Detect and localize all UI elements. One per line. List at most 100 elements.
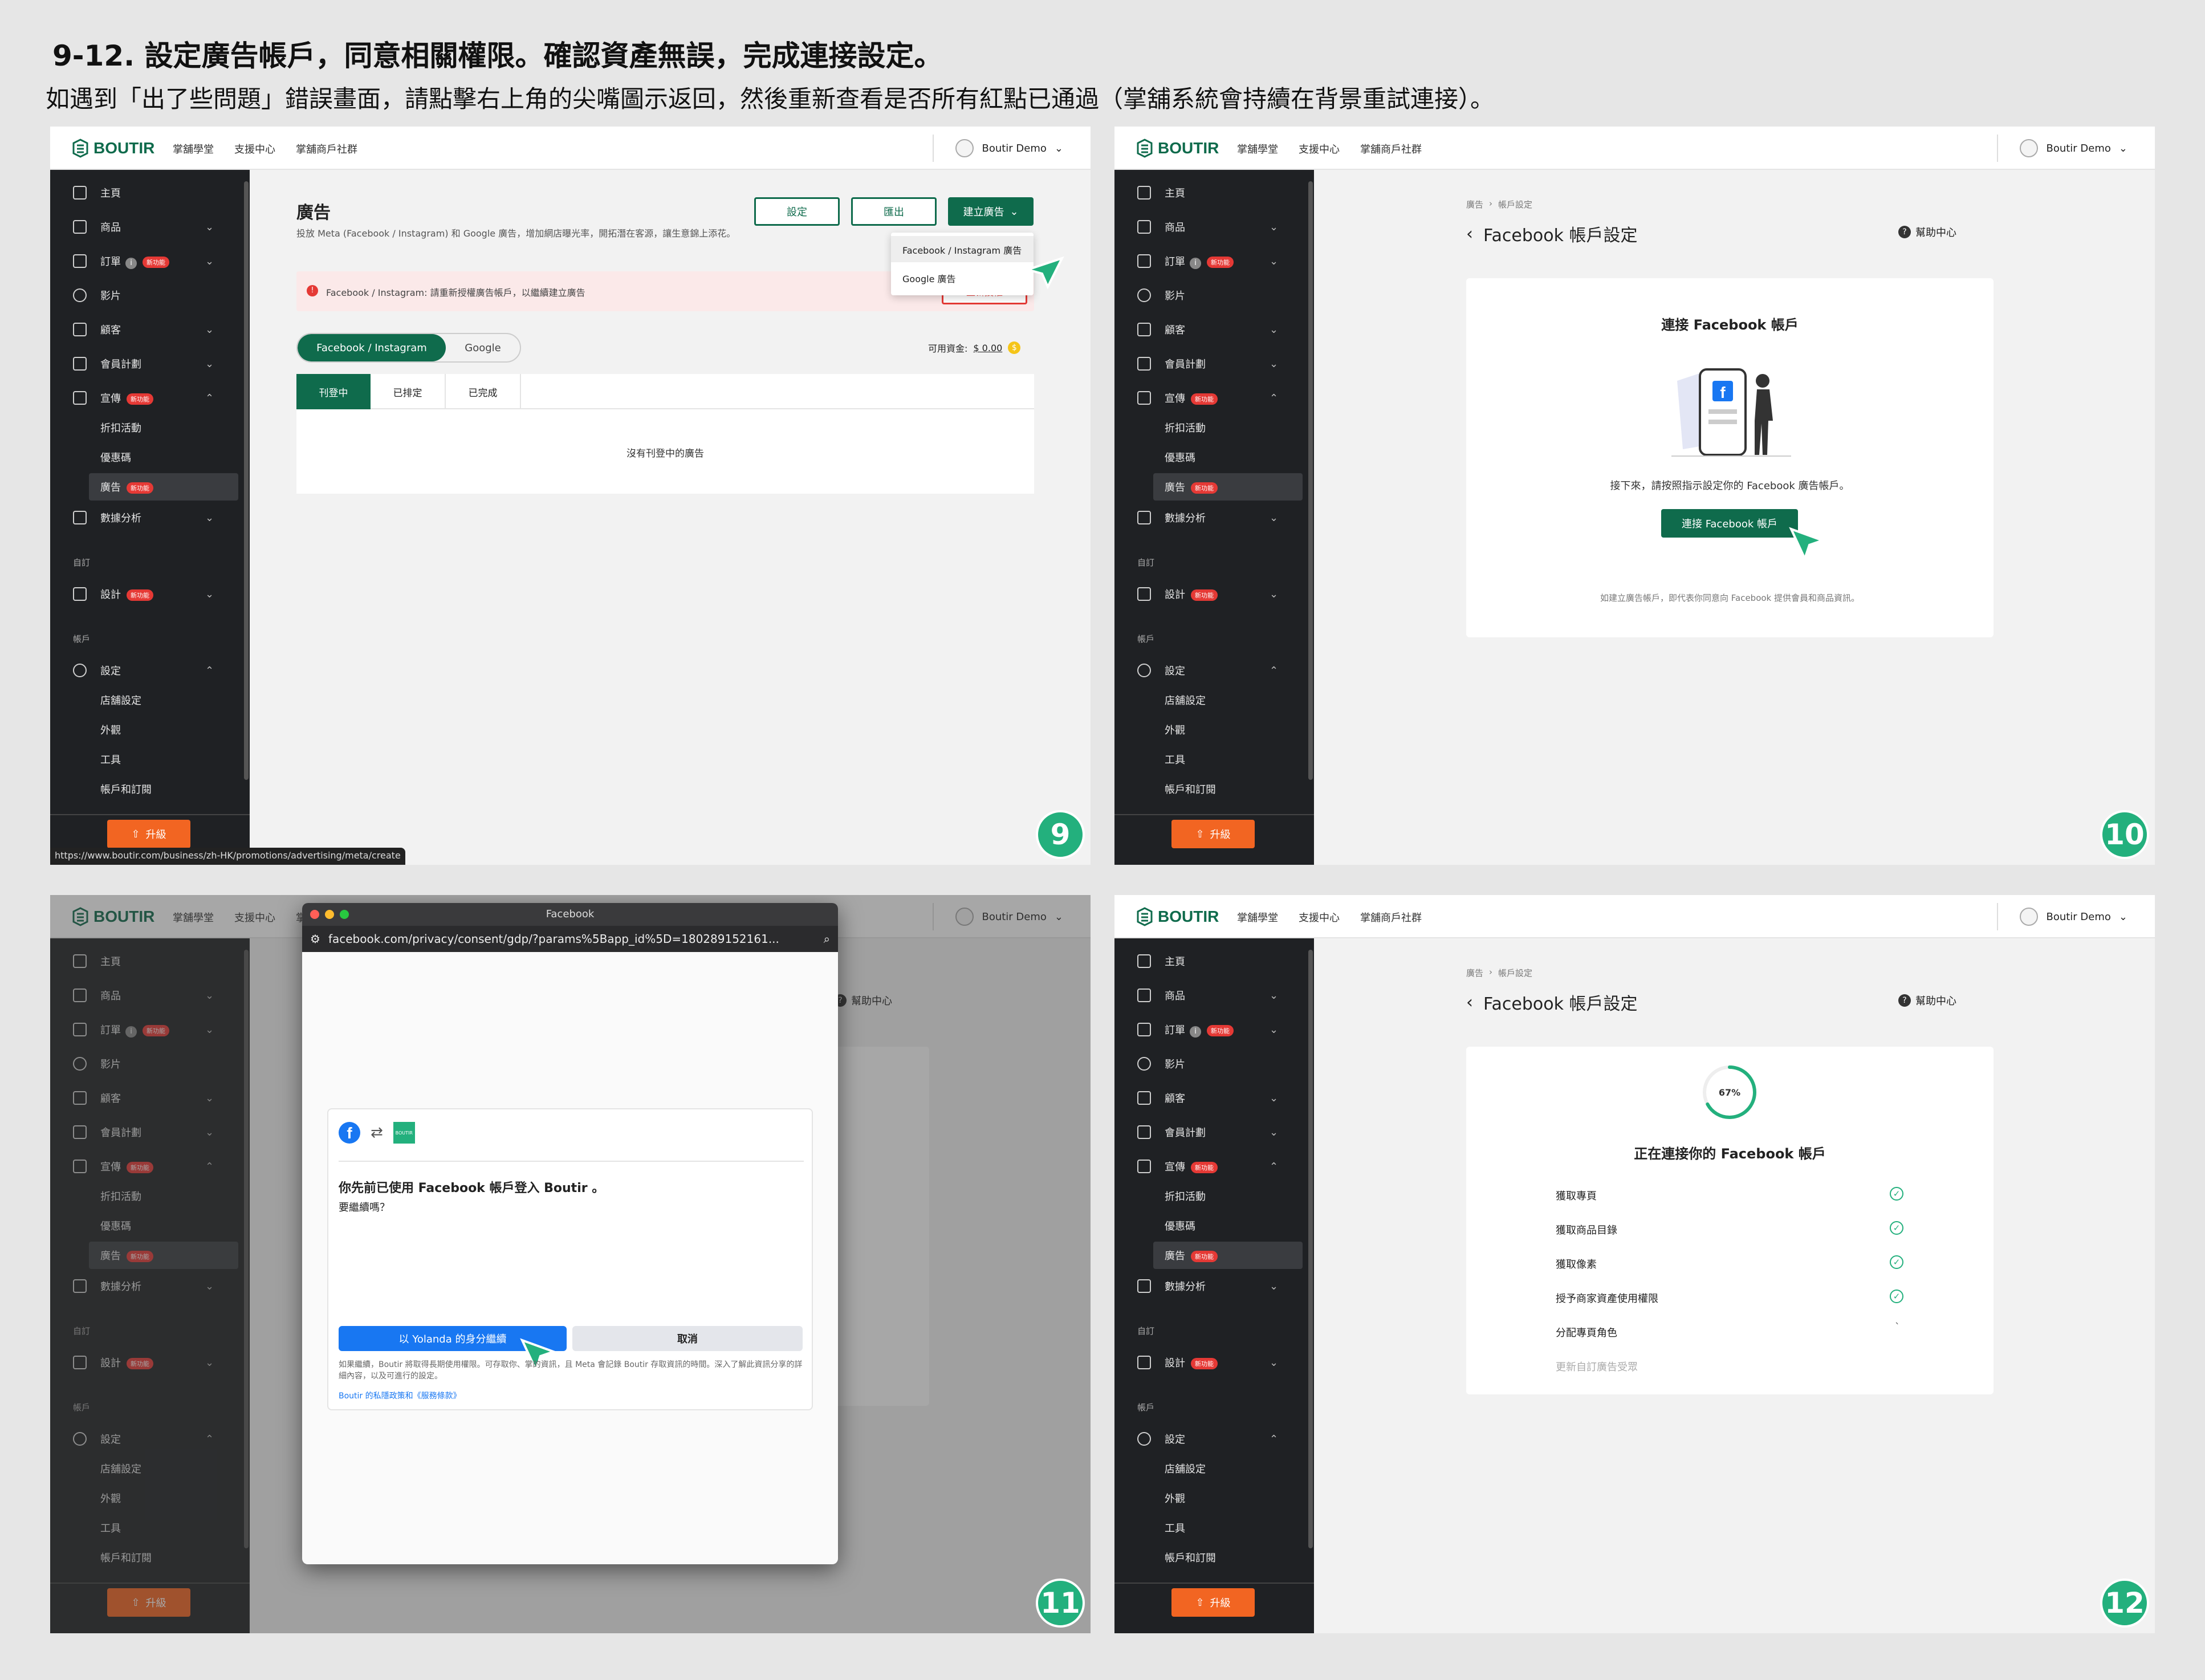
sidebar-item-billing[interactable]: 帳戶和訂閱 — [1114, 774, 1314, 804]
sidebar-item-billing[interactable]: 帳戶和訂閱 — [1114, 1543, 1314, 1572]
products-icon — [1137, 220, 1151, 234]
tab-google[interactable]: Google — [446, 334, 520, 361]
upgrade-button[interactable]: ⇧ 升級 — [1171, 820, 1255, 848]
sidebar-item-ads[interactable]: 廣告 新功能 — [50, 472, 250, 502]
nav-academy[interactable]: 掌舖學堂 — [1237, 141, 1278, 156]
sidebar-item-videos[interactable]: 影片 — [1114, 280, 1314, 310]
settings-button[interactable]: 設定 — [754, 197, 840, 226]
sidebar-item-ads[interactable]: 廣告 新功能 — [1114, 1240, 1314, 1270]
sidebar-item-membership[interactable]: 會員計劃 ⌄ — [50, 349, 250, 379]
sidebar-item-products[interactable]: 商品 ⌄ — [1114, 212, 1314, 242]
sidebar-item-membership[interactable]: 會員計劃 ⌄ — [1114, 349, 1314, 379]
sidebar-item-tools[interactable]: 工具 — [1114, 1513, 1314, 1543]
minimize-window-icon[interactable] — [325, 910, 334, 919]
nav-support[interactable]: 支援中心 — [1299, 910, 1340, 925]
sidebar-item-promotions[interactable]: 宣傳 新功能 ⌃ — [50, 383, 250, 413]
back-chevron-icon[interactable]: ‹ — [1466, 992, 1473, 1012]
sidebar-item-customers[interactable]: 顧客 ⌄ — [1114, 315, 1314, 344]
address-bar[interactable]: ⚙ facebook.com/privacy/consent/gdp/?para… — [302, 926, 838, 952]
subtab-scheduled[interactable]: 已排定 — [371, 374, 446, 409]
menu-item-google[interactable]: Google 廣告 — [891, 265, 1034, 291]
sidebar-item-design[interactable]: 設計 新功能 ⌄ — [50, 579, 250, 609]
sidebar-item-membership[interactable]: 會員計劃 ⌄ — [1114, 1117, 1314, 1147]
sidebar-item-discounts[interactable]: 折扣活動 — [1114, 413, 1314, 442]
sidebar-item-tools[interactable]: 工具 — [50, 745, 250, 774]
subtab-active[interactable]: 刊登中 — [296, 374, 371, 409]
subtab-completed[interactable]: 已完成 — [446, 374, 521, 409]
upgrade-button[interactable]: ⇧ 升級 — [107, 820, 190, 848]
design-icon — [1137, 587, 1151, 601]
sidebar-item-orders[interactable]: 訂單 i 新功能 ⌄ — [50, 246, 250, 276]
boutir-logo[interactable]: BOUTIR — [72, 138, 154, 158]
menu-item-facebook[interactable]: Facebook / Instagram 廣告 — [891, 236, 1034, 262]
sidebar-item-appearance[interactable]: 外觀 — [50, 715, 250, 745]
sidebar-item-promotions[interactable]: 宣傳 新功能 ⌃ — [1114, 1152, 1314, 1181]
sidebar-item-orders[interactable]: 訂單 i 新功能 ⌄ — [1114, 1015, 1314, 1044]
user-menu[interactable]: Boutir Demo ⌄ — [2020, 908, 2127, 926]
sidebar-item-store-settings[interactable]: 店舖設定 — [1114, 1454, 1314, 1483]
tab-facebook-instagram[interactable]: Facebook / Instagram — [298, 334, 446, 361]
sidebar-item-orders[interactable]: 訂單 i 新功能 ⌄ — [1114, 246, 1314, 276]
site-settings-icon[interactable]: ⚙ — [310, 932, 320, 946]
sidebar-item-coupons[interactable]: 優惠碼 — [1114, 1211, 1314, 1240]
nav-support[interactable]: 支援中心 — [234, 141, 275, 156]
sidebar-item-customers[interactable]: 顧客 ⌄ — [1114, 1083, 1314, 1113]
boutir-logo[interactable]: BOUTIR — [1136, 906, 1219, 927]
policy-links[interactable]: Boutir 的私隱政策和《服務條款》 — [339, 1390, 461, 1401]
sidebar-item-coupons[interactable]: 優惠碼 — [50, 442, 250, 472]
sidebar-item-home[interactable]: 主頁 — [1114, 178, 1314, 208]
sidebar-item-settings[interactable]: 設定 ⌃ — [1114, 1424, 1314, 1454]
close-window-icon[interactable] — [310, 910, 319, 919]
user-menu[interactable]: Boutir Demo ⌄ — [955, 139, 1063, 157]
help-center-link[interactable]: ? 幫助中心 — [1898, 225, 1956, 239]
sidebar-item-coupons[interactable]: 優惠碼 — [1114, 442, 1314, 472]
avatar — [2020, 139, 2039, 157]
sidebar-item-appearance[interactable]: 外觀 — [1114, 715, 1314, 745]
sidebar-item-store-settings[interactable]: 店舖設定 — [1114, 685, 1314, 715]
boutir-logo[interactable]: BOUTIR — [1136, 138, 1219, 158]
sidebar-item-settings[interactable]: 設定 ⌃ — [50, 656, 250, 685]
cancel-button[interactable]: 取消 — [572, 1326, 803, 1351]
sidebar-item-tools[interactable]: 工具 — [1114, 745, 1314, 774]
nav-support[interactable]: 支援中心 — [1299, 141, 1340, 156]
connecting-title: 正在連接你的 Facebook 帳戶 — [1634, 1146, 1826, 1162]
sidebar-item-home[interactable]: 主頁 — [50, 178, 250, 208]
sidebar-item-analytics[interactable]: 數據分析 ⌄ — [1114, 1271, 1314, 1301]
sidebar-item-analytics[interactable]: 數據分析 ⌄ — [50, 503, 250, 532]
sidebar-item-appearance[interactable]: 外觀 — [1114, 1483, 1314, 1513]
sidebar-item-store-settings[interactable]: 店舖設定 — [50, 685, 250, 715]
sidebar-item-products[interactable]: 商品 ⌄ — [50, 212, 250, 242]
card-title: 連接 Facebook 帳戶 — [1661, 317, 1799, 333]
sidebar-item-products[interactable]: 商品 ⌄ — [1114, 981, 1314, 1010]
sidebar-item-settings[interactable]: 設定 ⌃ — [1114, 656, 1314, 685]
sidebar-scrollbar[interactable] — [244, 181, 249, 780]
sidebar-item-customers[interactable]: 顧客 ⌄ — [50, 315, 250, 344]
nav-academy[interactable]: 掌舖學堂 — [173, 141, 214, 156]
maximize-window-icon[interactable] — [340, 910, 349, 919]
sidebar-item-billing[interactable]: 帳戶和訂閱 — [50, 774, 250, 804]
zoom-icon[interactable]: ⌕ — [824, 932, 830, 946]
help-center-link[interactable]: ? 幫助中心 — [1898, 993, 1956, 1008]
create-ad-button[interactable]: 建立廣告 ⌄ — [948, 197, 1034, 226]
back-chevron-icon[interactable]: ‹ — [1466, 224, 1473, 244]
upgrade-button[interactable]: ⇧ 升級 — [1171, 1588, 1255, 1617]
sidebar-item-discounts[interactable]: 折扣活動 — [1114, 1181, 1314, 1211]
sidebar-item-home[interactable]: 主頁 — [1114, 946, 1314, 976]
nav-community[interactable]: 掌舖商戶社群 — [296, 141, 357, 156]
sidebar-item-analytics[interactable]: 數據分析 ⌄ — [1114, 503, 1314, 532]
user-menu[interactable]: Boutir Demo ⌄ — [2020, 139, 2127, 157]
sidebar-item-design[interactable]: 設計 新功能 ⌄ — [1114, 579, 1314, 609]
export-button[interactable]: 匯出 — [851, 197, 937, 226]
sidebar-item-videos[interactable]: 影片 — [1114, 1049, 1314, 1079]
sidebar-item-videos[interactable]: 影片 — [50, 280, 250, 310]
sidebar-scrollbar[interactable] — [1308, 950, 1313, 1548]
sidebar-item-promotions[interactable]: 宣傳 新功能 ⌃ — [1114, 383, 1314, 413]
nav-community[interactable]: 掌舖商戶社群 — [1360, 910, 1422, 925]
connect-facebook-button[interactable]: 連接 Facebook 帳戶 — [1661, 509, 1798, 538]
sidebar-item-design[interactable]: 設計 新功能 ⌄ — [1114, 1348, 1314, 1377]
sidebar-item-ads[interactable]: 廣告 新功能 — [1114, 472, 1314, 502]
sidebar-scrollbar[interactable] — [1308, 181, 1313, 780]
nav-community[interactable]: 掌舖商戶社群 — [1360, 141, 1422, 156]
sidebar-item-discounts[interactable]: 折扣活動 — [50, 413, 250, 442]
nav-academy[interactable]: 掌舖學堂 — [1237, 910, 1278, 925]
